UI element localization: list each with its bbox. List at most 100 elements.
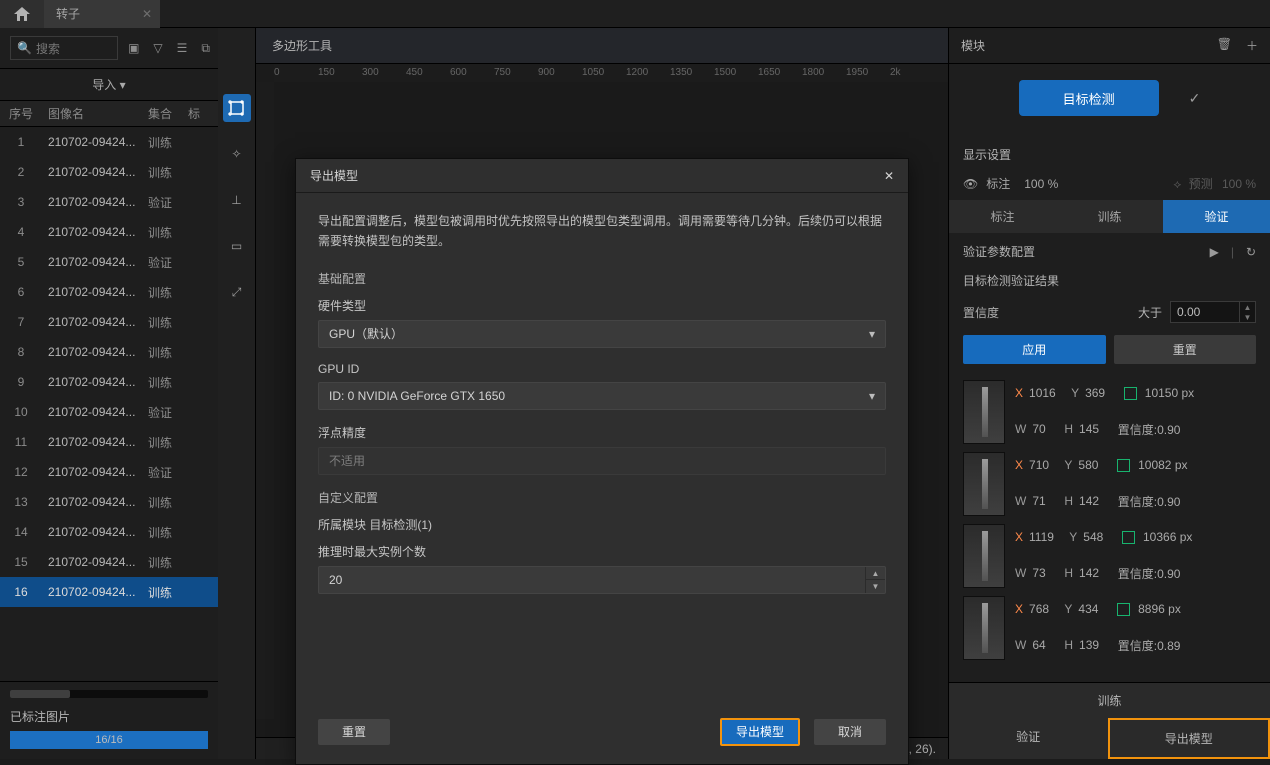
close-icon[interactable]: ✕	[142, 7, 152, 21]
table-row[interactable]: 15210702-09424...训练	[0, 547, 218, 577]
footer-train-button[interactable]: 训练	[949, 683, 1270, 718]
canvas-title: 多边形工具	[256, 28, 948, 64]
stamp-tool[interactable]: ⊥	[223, 186, 251, 214]
play-icon[interactable]: ▶	[1210, 245, 1219, 259]
row-name: 210702-09424...	[42, 585, 148, 599]
gt-label: 大于	[1138, 304, 1162, 321]
group-custom: 自定义配置	[318, 489, 886, 506]
row-name: 210702-09424...	[42, 375, 148, 389]
image-filter-icon[interactable]: ▣	[128, 41, 139, 56]
progress-text: 16/16	[10, 731, 208, 749]
document-tab[interactable]: 转子 ✕	[44, 0, 160, 28]
modal-reset-button[interactable]: 重置	[318, 719, 390, 745]
row-set: 验证	[148, 404, 188, 421]
row-set: 验证	[148, 464, 188, 481]
spin-up-icon[interactable]: ▲	[866, 567, 885, 581]
home-button[interactable]	[0, 0, 44, 28]
row-seq: 1	[0, 135, 42, 149]
row-set: 验证	[148, 254, 188, 271]
result-checkbox[interactable]	[1117, 603, 1130, 616]
result-item[interactable]: X768 Y434 8896 pxW64 H139 置信度:0.89	[963, 592, 1266, 664]
table-row[interactable]: 9210702-09424...训练	[0, 367, 218, 397]
row-name: 210702-09424...	[42, 465, 148, 479]
row-seq: 9	[0, 375, 42, 389]
result-item[interactable]: X1119 Y548 10366 pxW73 H142 置信度:0.90	[963, 520, 1266, 592]
select-rect-tool[interactable]: ▭	[223, 232, 251, 260]
row-name: 210702-09424...	[42, 165, 148, 179]
close-icon[interactable]: ✕	[884, 169, 894, 183]
result-thumbnail	[963, 452, 1005, 516]
table-row[interactable]: 5210702-09424...验证	[0, 247, 218, 277]
gpuid-select[interactable]: ID: 0 NVIDIA GeForce GTX 1650 ▾	[318, 382, 886, 410]
conf-input[interactable]: 0.00 ▲▼	[1170, 301, 1256, 323]
spin-down-icon[interactable]: ▼	[1240, 312, 1255, 322]
result-item[interactable]: X710 Y580 10082 pxW71 H142 置信度:0.90	[963, 448, 1266, 520]
spin-down-icon[interactable]: ▼	[866, 580, 885, 593]
history-icon[interactable]: ↻	[1246, 245, 1256, 259]
apply-button[interactable]: 应用	[963, 335, 1106, 364]
tab-label: 转子	[56, 5, 80, 22]
table-row[interactable]: 13210702-09424...训练	[0, 487, 218, 517]
import-dropdown[interactable]: 导入 ▾	[0, 69, 218, 101]
object-detect-button[interactable]: 目标检测	[1019, 80, 1159, 116]
table-row[interactable]: 16210702-09424...训练	[0, 577, 218, 607]
gpuid-label: GPU ID	[318, 362, 886, 376]
table-row[interactable]: 3210702-09424...验证	[0, 187, 218, 217]
checkmark-icon[interactable]: ✓	[1189, 90, 1201, 107]
row-set: 训练	[148, 374, 188, 391]
table-row[interactable]: 10210702-09424...验证	[0, 397, 218, 427]
polygon-tool[interactable]	[223, 94, 251, 122]
col-header-set: 集合	[148, 105, 188, 122]
tab-anno[interactable]: 标注	[949, 200, 1056, 233]
table-row[interactable]: 14210702-09424...训练	[0, 517, 218, 547]
search-input[interactable]: 🔍 搜索	[10, 36, 118, 60]
col-header-name: 图像名	[42, 105, 148, 122]
row-seq: 6	[0, 285, 42, 299]
table-row[interactable]: 4210702-09424...训练	[0, 217, 218, 247]
hw-type-select[interactable]: GPU（默认） ▾	[318, 320, 886, 348]
row-seq: 3	[0, 195, 42, 209]
max-inst-input[interactable]: 20 ▲▼	[318, 566, 886, 594]
result-thumbnail	[963, 596, 1005, 660]
filter-icon[interactable]: ▽	[153, 41, 162, 56]
eye-icon[interactable]: 👁	[963, 177, 978, 191]
layers-icon[interactable]: ⧉	[201, 41, 210, 56]
table-row[interactable]: 8210702-09424...训练	[0, 337, 218, 367]
result-thumbnail	[963, 524, 1005, 588]
reset-button[interactable]: 重置	[1114, 335, 1257, 364]
row-name: 210702-09424...	[42, 525, 148, 539]
row-name: 210702-09424...	[42, 285, 148, 299]
modal-cancel-button[interactable]: 取消	[814, 719, 886, 745]
table-row[interactable]: 1210702-09424...训练	[0, 127, 218, 157]
result-item[interactable]: X1016 Y369 10150 pxW70 H145 置信度:0.90	[963, 376, 1266, 448]
table-row[interactable]: 11210702-09424...训练	[0, 427, 218, 457]
magic-wand-tool[interactable]: ✧	[223, 140, 251, 168]
canvas[interactable]: 导出模型 ✕ 导出配置调整后，模型包被调用时优先按照导出的模型包类型调用。调用需…	[256, 82, 948, 737]
trash-icon[interactable]: 🗑	[1217, 37, 1232, 54]
table-row[interactable]: 2210702-09424...训练	[0, 157, 218, 187]
table-row[interactable]: 6210702-09424...训练	[0, 277, 218, 307]
result-checkbox[interactable]	[1117, 459, 1130, 472]
table-row[interactable]: 7210702-09424...训练	[0, 307, 218, 337]
eye-off-icon[interactable]: ⟡	[1173, 177, 1181, 191]
modal-export-button[interactable]: 导出模型	[720, 718, 800, 746]
row-name: 210702-09424...	[42, 315, 148, 329]
add-icon[interactable]: ＋	[1246, 37, 1258, 54]
h-scrollbar[interactable]	[10, 690, 208, 698]
result-checkbox[interactable]	[1124, 387, 1137, 400]
chevron-down-icon: ▾	[869, 389, 875, 403]
spin-up-icon[interactable]: ▲	[1240, 302, 1255, 312]
tab-verify[interactable]: 验证	[1163, 200, 1270, 233]
row-name: 210702-09424...	[42, 135, 148, 149]
row-set: 训练	[148, 284, 188, 301]
transform-tool[interactable]: ⤢	[223, 278, 251, 306]
result-checkbox[interactable]	[1122, 531, 1135, 544]
list-icon[interactable]: ☰	[177, 41, 188, 56]
tab-train[interactable]: 训练	[1056, 200, 1163, 233]
footer-export-button[interactable]: 导出模型	[1108, 718, 1270, 759]
table-row[interactable]: 12210702-09424...验证	[0, 457, 218, 487]
export-model-dialog: 导出模型 ✕ 导出配置调整后，模型包被调用时优先按照导出的模型包类型调用。调用需…	[295, 158, 909, 765]
pred-label: 预测	[1189, 177, 1213, 191]
row-set: 训练	[148, 344, 188, 361]
footer-verify-button[interactable]: 验证	[949, 718, 1108, 759]
